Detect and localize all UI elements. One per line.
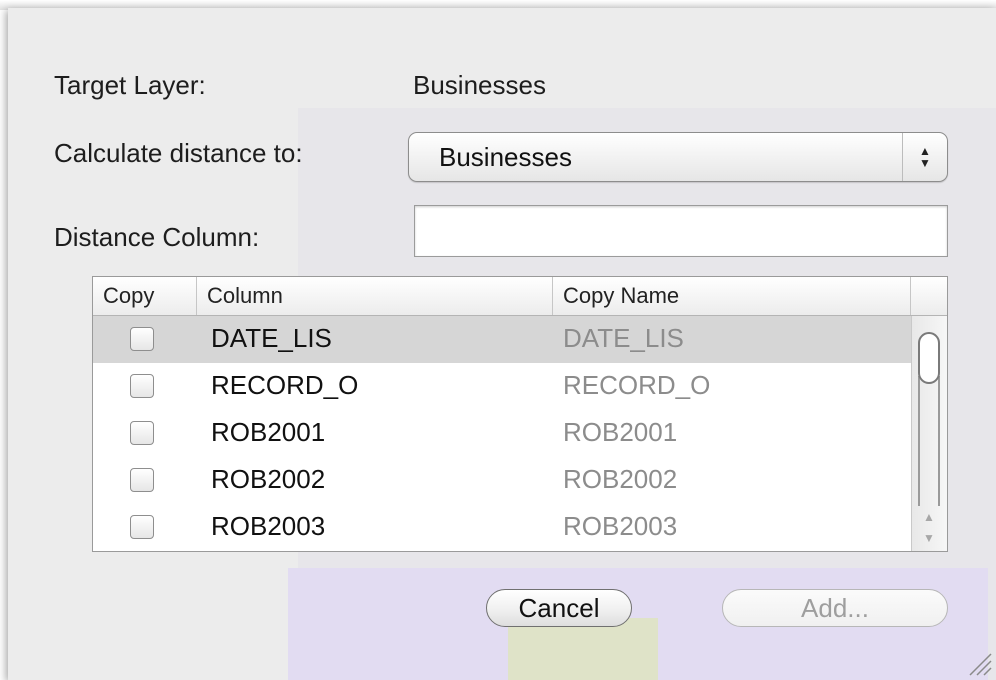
- add-button[interactable]: Add...: [722, 589, 948, 627]
- table-body: DATE_LIS DATE_LIS RECORD_O RECORD_O ROB2…: [93, 316, 911, 551]
- updown-arrows-icon: ▲ ▼: [902, 133, 947, 181]
- copy-checkbox[interactable]: [130, 327, 154, 351]
- copy-name[interactable]: ROB2001: [563, 417, 677, 448]
- column-name: ROB2003: [211, 511, 326, 541]
- header-copy-name[interactable]: Copy Name: [553, 277, 911, 315]
- column-name: RECORD_O: [211, 370, 359, 400]
- table-row[interactable]: ROB2001 ROB2001: [93, 410, 911, 457]
- column-name: ROB2002: [211, 464, 326, 494]
- target-layer-label: Target Layer:: [54, 70, 206, 100]
- calculate-distance-label: Calculate distance to:: [54, 138, 303, 168]
- distance-column-label: Distance Column:: [54, 222, 260, 252]
- target-layer-value: Businesses: [413, 70, 546, 100]
- column-name: ROB2001: [211, 417, 326, 447]
- calculate-distance-popup[interactable]: Businesses ▲ ▼: [408, 132, 948, 182]
- distance-column-field[interactable]: [414, 205, 948, 257]
- background-map-highlight: [508, 618, 658, 680]
- copy-name[interactable]: DATE_LIS: [563, 323, 684, 354]
- table-header: Copy Column Copy Name: [93, 277, 947, 316]
- table-row[interactable]: RECORD_O RECORD_O: [93, 363, 911, 410]
- scroll-down-arrow-icon[interactable]: ▼: [923, 531, 935, 545]
- column-name: DATE_LIS: [211, 323, 332, 353]
- scroll-up-arrow-icon[interactable]: ▲: [923, 510, 935, 524]
- copy-checkbox[interactable]: [130, 374, 154, 398]
- copy-checkbox[interactable]: [130, 421, 154, 445]
- table-scrollbar[interactable]: ▲ ▼: [911, 316, 947, 551]
- copy-name[interactable]: ROB2002: [563, 464, 677, 495]
- copy-name[interactable]: ROB2003: [563, 511, 677, 542]
- scroll-thumb[interactable]: [918, 332, 940, 384]
- table-row[interactable]: ROB2002 ROB2002: [93, 457, 911, 504]
- table-row[interactable]: ROB2003 ROB2003: [93, 504, 911, 551]
- copy-checkbox[interactable]: [130, 468, 154, 492]
- distance-column-sheet: Target Layer: Businesses Calculate dista…: [8, 8, 996, 680]
- columns-table: Copy Column Copy Name DATE_LIS DATE_LIS …: [92, 276, 948, 552]
- header-copy[interactable]: Copy: [93, 277, 197, 315]
- header-column[interactable]: Column: [197, 277, 553, 315]
- copy-checkbox[interactable]: [130, 515, 154, 539]
- calculate-distance-selected: Businesses: [439, 142, 572, 172]
- table-row[interactable]: DATE_LIS DATE_LIS: [93, 316, 911, 363]
- scroll-track[interactable]: [918, 376, 940, 506]
- cancel-button[interactable]: Cancel: [486, 589, 632, 627]
- copy-name[interactable]: RECORD_O: [563, 370, 710, 401]
- resize-grip-icon[interactable]: [966, 650, 992, 676]
